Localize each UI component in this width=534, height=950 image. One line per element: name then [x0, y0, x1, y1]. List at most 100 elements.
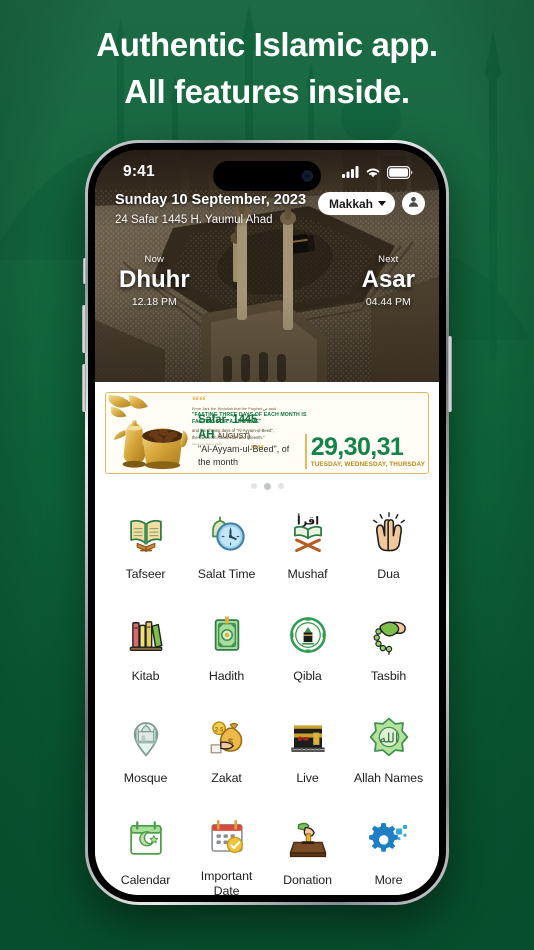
grid-label: Salat Time: [197, 567, 256, 581]
hijri-calendar-icon: [123, 816, 169, 862]
grid-item-important-date[interactable]: Important Date: [186, 807, 267, 895]
banner-area: ““ From Jarir ibn 'Abdullah that the Pro…: [95, 382, 439, 474]
grid-label: Allah Names: [353, 771, 424, 785]
grid-item-hadith[interactable]: Hadith: [186, 603, 267, 704]
svg-text:2.5: 2.5: [214, 726, 223, 733]
white-days-weekdays: TUESDAY, WEDNESDAY, THURSDAY: [310, 461, 425, 468]
chevron-down-icon: [378, 201, 386, 206]
current-prayer-tag: Now: [144, 254, 165, 265]
next-prayer-time: 04.44 PM: [365, 296, 411, 308]
grid-item-tasbih[interactable]: Tasbih: [348, 603, 429, 704]
gregorian-date: Sunday 10 September, 2023: [115, 192, 307, 208]
grid-item-live[interactable]: Live: [267, 705, 348, 806]
grid-label: Dua: [377, 567, 400, 581]
grid-item-more[interactable]: More: [348, 807, 429, 895]
app-screen: 9:41 Sunday 10 September, 2023 24 Safar …: [95, 150, 439, 895]
promo-poster: Authentic Islamic app. All features insi…: [0, 0, 534, 950]
current-prayer[interactable]: Now Dhuhr 12.18 PM: [119, 254, 190, 308]
carousel-dot-1[interactable]: [250, 483, 257, 489]
carousel-dots: [95, 474, 439, 497]
grid-item-mosque[interactable]: Mosque: [105, 705, 186, 806]
allah-calligraphy-icon: الله: [366, 714, 412, 760]
phone-power-button[interactable]: [448, 336, 452, 412]
clock-mosque-icon: [204, 510, 250, 556]
kaaba-icon: [285, 714, 331, 760]
app-header: Sunday 10 September, 2023 24 Safar 1445 …: [95, 190, 439, 229]
grid-label: Live: [296, 771, 319, 785]
phone-volume-up-button[interactable]: [82, 305, 86, 353]
carousel-dot-2[interactable]: [263, 483, 271, 490]
bookshelf-icon: [123, 612, 169, 658]
grid-item-mushaf[interactable]: اقرأ Mushaf: [267, 501, 348, 602]
event-name: "Al-Ayyam-ul-Beed", of the month: [198, 444, 290, 467]
phone-volume-down-button[interactable]: [82, 364, 86, 412]
grid-label: Tasbih: [370, 669, 407, 683]
profile-button[interactable]: [402, 192, 425, 215]
front-camera: [302, 170, 313, 182]
hero-section: 9:41 Sunday 10 September, 2023 24 Safar …: [95, 150, 439, 382]
cellular-signal-icon: [342, 166, 359, 178]
headline-line-1: Authentic Islamic app.: [96, 26, 438, 63]
grid-label: Hadith: [208, 669, 245, 683]
grid-item-kitab[interactable]: Kitab: [105, 603, 186, 704]
open-quran-book-icon: [123, 510, 169, 556]
prayer-times-row: Now Dhuhr 12.18 PM Next Asar 04.44 PM: [95, 254, 439, 308]
status-time: 9:41: [123, 163, 155, 180]
hijri-month: Safar- 1445 AH AUGUST): [198, 413, 301, 443]
headline-line-2: All features inside.: [124, 72, 410, 110]
calendar-check-icon: [204, 816, 250, 858]
grid-item-allah-names[interactable]: الله Allah Names: [348, 705, 429, 806]
user-avatar-icon: [407, 195, 420, 213]
grid-item-calendar[interactable]: Calendar: [105, 807, 186, 895]
grid-label: Zakat: [211, 771, 242, 785]
date-block: Sunday 10 September, 2023 24 Safar 1445 …: [115, 190, 306, 229]
wifi-icon: [365, 166, 381, 178]
city-selector[interactable]: Makkah: [317, 192, 395, 215]
hijri-date: 24 Safar 1445 H. Yaumul Ahad: [115, 214, 273, 226]
next-prayer[interactable]: Next Asar 04.44 PM: [362, 254, 415, 308]
phone-silent-switch[interactable]: [83, 258, 86, 284]
grid-label: Tafseer: [125, 567, 166, 581]
prayer-beads-hand-icon: [366, 612, 412, 658]
city-label: Makkah: [328, 196, 373, 211]
current-prayer-time: 12.18 PM: [131, 296, 177, 308]
feature-grid: Tafseer Salat Time اقرأ Mushaf Dua Kitab…: [95, 497, 439, 895]
fasting-banner-card[interactable]: ““ From Jarir ibn 'Abdullah that the Pro…: [105, 392, 429, 474]
svg-text:اقرأ: اقرأ: [296, 513, 318, 527]
banner-text: ““ From Jarir ibn 'Abdullah that the Pro…: [190, 393, 428, 473]
grid-label: Mushaf: [287, 567, 328, 581]
grid-item-zakat[interactable]: 2.5 $ Zakat: [186, 705, 267, 806]
carousel-dot-3[interactable]: [277, 483, 284, 489]
next-prayer-name: Asar: [361, 266, 415, 293]
white-days-numbers: 29,30,31: [310, 433, 404, 461]
grid-label: Donation: [283, 873, 332, 887]
money-bag-hand-icon: 2.5 $: [204, 714, 250, 760]
gregorian-month-label: AUGUST): [217, 431, 250, 440]
grid-label: Calendar: [120, 873, 171, 887]
promo-headline: Authentic Islamic app. All features insi…: [0, 22, 534, 116]
qibla-compass-icon: [285, 612, 331, 658]
grid-item-qibla[interactable]: Qibla: [267, 603, 348, 704]
grid-item-donation[interactable]: Donation: [267, 807, 348, 895]
grid-label: Mosque: [123, 771, 168, 785]
phone-mockup: 9:41 Sunday 10 September, 2023 24 Safar …: [82, 140, 452, 905]
grid-label: Qibla: [293, 669, 322, 683]
gear-more-icon: [366, 816, 412, 862]
grid-item-salat-time[interactable]: Salat Time: [186, 501, 267, 602]
next-prayer-tag: Next: [378, 254, 399, 265]
grid-label: Kitab: [131, 669, 160, 683]
quran-stand-iqra-icon: اقرأ: [285, 510, 331, 556]
dynamic-island: [213, 161, 321, 191]
mosque-pin-icon: [123, 714, 169, 760]
battery-icon: [387, 165, 413, 179]
praying-hands-icon: [366, 510, 412, 556]
grid-item-tafseer[interactable]: Tafseer: [105, 501, 186, 602]
dates-and-dallah-illustration: [106, 393, 190, 473]
grid-item-dua[interactable]: Dua: [348, 501, 429, 602]
svg-text:الله: الله: [379, 731, 398, 746]
donation-box-icon: [285, 816, 331, 862]
quote-open-icon: ““: [192, 394, 206, 409]
grid-label: More: [374, 873, 403, 887]
grid-label: Important Date: [200, 869, 253, 895]
green-book-icon: [204, 612, 250, 658]
